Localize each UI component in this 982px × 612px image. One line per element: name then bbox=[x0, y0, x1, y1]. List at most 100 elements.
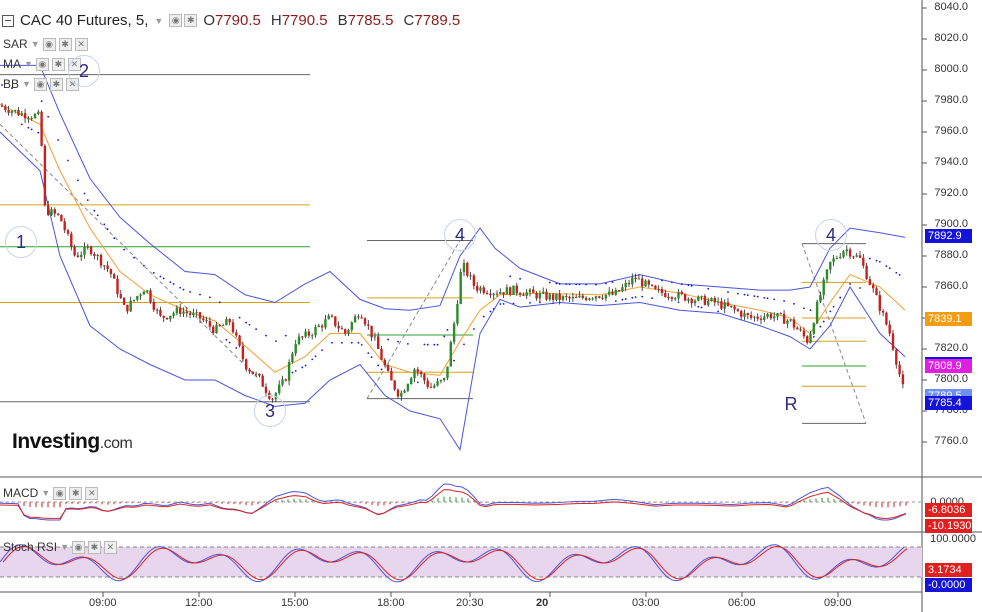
sar-dot bbox=[426, 343, 429, 346]
candle-body bbox=[317, 325, 320, 327]
candle-body bbox=[756, 316, 759, 319]
gear-icon[interactable]: ✱ bbox=[87, 540, 101, 554]
candle-body bbox=[631, 277, 634, 285]
chevron-down-icon[interactable]: ▼ bbox=[41, 488, 50, 498]
candle-body bbox=[815, 301, 819, 324]
candle-body bbox=[617, 290, 621, 292]
candle-body bbox=[469, 275, 472, 277]
candle-body bbox=[27, 118, 30, 120]
sar-dot bbox=[423, 343, 426, 346]
candle-body bbox=[581, 295, 584, 298]
macd-value-tag: -6.8036 bbox=[925, 503, 972, 517]
candle-body bbox=[344, 329, 347, 334]
eye-icon[interactable]: ◉ bbox=[53, 486, 67, 500]
sar-dot bbox=[350, 341, 353, 344]
candle-body bbox=[63, 221, 66, 231]
sar-dot bbox=[746, 294, 749, 297]
price-tick-label: 7920.0 bbox=[934, 187, 968, 199]
collapse-icon[interactable] bbox=[2, 14, 14, 27]
sar-dot bbox=[687, 284, 690, 287]
candle-body bbox=[703, 296, 707, 305]
chevron-down-icon[interactable]: ▼ bbox=[24, 59, 33, 69]
candle-body bbox=[426, 380, 429, 387]
sar-dot bbox=[152, 271, 155, 274]
sar-dot bbox=[822, 320, 825, 323]
eye-icon[interactable]: ◉ bbox=[42, 37, 56, 51]
candle-body bbox=[96, 254, 99, 257]
macd-signal-tag: -10.1930 bbox=[925, 519, 972, 533]
sar-dot bbox=[86, 199, 89, 202]
sar-dot bbox=[331, 341, 333, 344]
chevron-down-icon[interactable]: ▼ bbox=[22, 79, 31, 89]
candle-body bbox=[103, 265, 106, 267]
sar-dot bbox=[885, 265, 888, 267]
candle-body bbox=[106, 265, 109, 270]
gear-icon[interactable]: ✱ bbox=[58, 37, 72, 51]
indicator-bb[interactable]: BB ▼ ◉ ✱ ✕ bbox=[3, 77, 79, 91]
indicator-macd[interactable]: MACD ▼ ◉ ✱ ✕ bbox=[3, 486, 99, 500]
candle-body bbox=[403, 390, 406, 393]
candle-body bbox=[898, 364, 901, 375]
gear-icon[interactable]: ✱ bbox=[51, 57, 65, 71]
candle-body bbox=[410, 378, 413, 385]
sar-dot bbox=[294, 369, 297, 372]
sar-dot bbox=[416, 381, 419, 384]
sar-dot bbox=[812, 336, 815, 338]
candle-body bbox=[202, 318, 205, 321]
candle-body bbox=[459, 271, 462, 304]
eye-icon[interactable]: ◉ bbox=[33, 77, 47, 91]
candle-body bbox=[116, 278, 119, 295]
candle-body bbox=[281, 379, 284, 385]
candle-body bbox=[746, 313, 749, 316]
candle-body bbox=[710, 298, 713, 301]
sar-dot bbox=[367, 352, 370, 354]
candle-body bbox=[238, 335, 241, 346]
candle-body bbox=[198, 312, 202, 319]
candle-body bbox=[604, 294, 608, 299]
chevron-down-icon[interactable]: ▼ bbox=[31, 39, 40, 49]
price-chart[interactable] bbox=[0, 0, 982, 612]
sar-dot bbox=[360, 344, 363, 346]
sar-dot bbox=[717, 310, 719, 313]
candle-body bbox=[608, 291, 611, 295]
close-icon[interactable]: ✕ bbox=[74, 37, 88, 51]
sar-dot bbox=[766, 297, 769, 300]
gear-icon[interactable]: ✱ bbox=[184, 14, 198, 27]
candle-body bbox=[492, 293, 495, 296]
close-icon[interactable]: ✕ bbox=[103, 540, 117, 554]
sar-dot bbox=[499, 303, 502, 305]
symbol-label[interactable]: CAC 40 Futures, 5, bbox=[20, 12, 148, 29]
candle-body bbox=[518, 293, 522, 295]
candle-body bbox=[452, 323, 456, 342]
sar-dot bbox=[172, 283, 175, 285]
chevron-down-icon[interactable]: ▼ bbox=[154, 16, 163, 26]
candle-body bbox=[789, 319, 792, 321]
candle-body bbox=[505, 287, 509, 295]
close-icon[interactable]: ✕ bbox=[85, 486, 99, 500]
indicator-stoch-rsi[interactable]: Stoch RSI ▼ ◉ ✱ ✕ bbox=[3, 540, 117, 554]
candle-body bbox=[720, 301, 723, 309]
candle-body bbox=[697, 296, 700, 301]
sar-dot bbox=[182, 288, 185, 291]
candle-body bbox=[591, 298, 594, 300]
candle-body bbox=[532, 289, 535, 293]
candle-body bbox=[878, 295, 881, 311]
candle-body bbox=[449, 341, 452, 367]
eye-icon[interactable]: ◉ bbox=[35, 57, 49, 71]
eye-icon[interactable]: ◉ bbox=[169, 14, 183, 27]
eye-icon[interactable]: ◉ bbox=[71, 540, 85, 554]
sar-dot bbox=[291, 371, 294, 374]
investing-logo[interactable]: Investing.com bbox=[12, 430, 133, 454]
sar-dot bbox=[245, 321, 248, 324]
candle-body bbox=[476, 285, 479, 291]
sar-dot bbox=[773, 298, 776, 301]
gear-icon[interactable]: ✱ bbox=[69, 486, 83, 500]
gear-icon[interactable]: ✱ bbox=[49, 77, 63, 91]
chevron-down-icon[interactable]: ▼ bbox=[60, 542, 69, 552]
candle-body bbox=[723, 302, 726, 309]
candle-body bbox=[291, 353, 294, 363]
candle-body bbox=[406, 384, 410, 391]
candle-body bbox=[551, 294, 555, 300]
sar-dot bbox=[651, 297, 653, 300]
indicator-sar[interactable]: SAR ▼ ◉ ✱ ✕ bbox=[3, 37, 88, 51]
